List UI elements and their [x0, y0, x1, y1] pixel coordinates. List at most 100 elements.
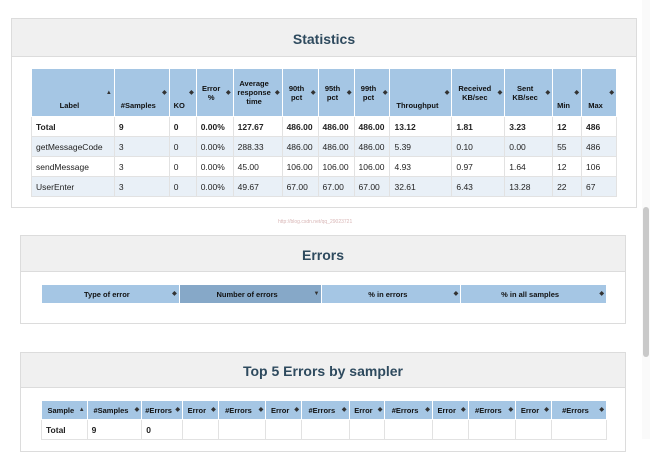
top5-title: Top 5 Errors by sampler: [21, 353, 625, 388]
table-cell: 0.00%: [195, 176, 234, 197]
col-99th[interactable]: 99th pct ◆: [353, 68, 391, 117]
table-cell: 486.00: [317, 136, 355, 157]
sort-both-icon: ◆: [258, 407, 264, 413]
table-cell: 0: [141, 419, 183, 440]
table-cell: Total: [41, 419, 88, 440]
col-samples[interactable]: #Samples ◆: [86, 400, 143, 420]
table-cell: [217, 419, 267, 440]
col-throughput[interactable]: Throughput ◆: [389, 68, 453, 117]
col-90th[interactable]: 90th pct ◆: [281, 68, 319, 117]
sort-asc-icon: ▲: [78, 407, 85, 413]
table-cell: [384, 419, 433, 440]
table-cell: 6.43: [451, 176, 506, 197]
col-error[interactable]: Error ◆: [348, 400, 386, 420]
col-errors[interactable]: #Errors ◆: [467, 400, 517, 420]
sort-both-icon: ◆: [497, 89, 503, 96]
col-errors[interactable]: #Errors ◆: [384, 400, 433, 420]
table-cell: 106.00: [317, 156, 355, 177]
scrollbar-thumb[interactable]: [643, 207, 649, 357]
table-cell: [550, 419, 608, 440]
table-cell: [348, 419, 386, 440]
statistics-panel: Statistics Label ▲ #Samples ◆ KO ◆ Error % ◆…: [11, 18, 637, 208]
table-cell: 127.67: [232, 116, 283, 137]
table-cell: 0.97: [451, 156, 506, 177]
col-pct-in-all-samples[interactable]: % in all samples ◆: [460, 284, 607, 304]
col-ko[interactable]: KO ◆: [168, 68, 197, 117]
col-avg-response[interactable]: Average response time ◆: [232, 68, 283, 117]
table-row-total: Total 9 0: [41, 419, 608, 440]
errors-table: Type of error ◆ Number of errors ▼ % in er…: [41, 284, 607, 304]
sort-both-icon: ◆: [574, 89, 580, 96]
col-samples[interactable]: #Samples ◆: [113, 68, 170, 117]
table-row: sendMessage 3 0 0.00% 45.00 106.00 106.0…: [31, 156, 617, 177]
sort-both-icon: ◆: [544, 407, 549, 413]
col-error-pct[interactable]: Error % ◆: [195, 68, 234, 117]
table-cell: UserEnter: [31, 176, 115, 197]
col-min[interactable]: Min ◆: [552, 68, 583, 117]
sort-both-icon: ◆: [609, 89, 614, 96]
table-cell: 1.81: [451, 116, 506, 137]
sort-both-icon: ◆: [425, 407, 430, 413]
table-cell: [301, 419, 350, 440]
col-sent[interactable]: Sent KB/sec ◆: [504, 68, 554, 117]
table-cell: 288.33: [232, 136, 283, 157]
col-95th[interactable]: 95th pct ◆: [317, 68, 355, 117]
sort-both-icon: ◆: [274, 89, 280, 96]
table-cell: [265, 419, 303, 440]
table-cell: 4.93: [389, 156, 453, 177]
col-error[interactable]: Error ◆: [431, 400, 469, 420]
errors-panel: Errors Type of error ◆ Number of errors ▼ …: [20, 235, 626, 324]
col-type-of-error[interactable]: Type of error ◆: [41, 284, 180, 304]
sort-both-icon: ◆: [508, 407, 514, 413]
col-received[interactable]: Received KB/sec ◆: [451, 68, 506, 117]
sort-both-icon: ◆: [211, 407, 216, 413]
col-label[interactable]: Label ▲: [31, 68, 115, 117]
sort-both-icon: ◆: [599, 407, 604, 413]
table-cell: 13.28: [504, 176, 554, 197]
table-cell: 0: [168, 136, 197, 157]
scrollbar-track[interactable]: [642, 0, 650, 439]
table-cell: 0.10: [451, 136, 506, 157]
col-error[interactable]: Error ◆: [265, 400, 303, 420]
col-errors[interactable]: #Errors ◆: [217, 400, 267, 420]
errors-title: Errors: [21, 236, 625, 272]
table-cell: 45.00: [232, 156, 283, 177]
table-cell: sendMessage: [31, 156, 115, 177]
table-cell: 32.61: [389, 176, 453, 197]
col-number-of-errors[interactable]: Number of errors ▼: [178, 284, 323, 304]
table-cell: 3: [113, 136, 170, 157]
sort-both-icon: ◆: [172, 291, 177, 297]
table-row: UserEnter 3 0 0.00% 49.67 67.00 67.00 67…: [31, 176, 617, 197]
col-error[interactable]: Error ◆: [515, 400, 552, 420]
col-pct-in-errors[interactable]: % in errors ◆: [321, 284, 462, 304]
table-cell: 486.00: [353, 136, 391, 157]
table-cell: 0.00%: [195, 156, 234, 177]
col-errors[interactable]: #Errors ◆: [301, 400, 350, 420]
sort-both-icon: ◆: [346, 89, 352, 96]
table-cell: 0: [168, 116, 197, 137]
col-errors[interactable]: #Errors ◆: [141, 400, 183, 420]
table-cell: 486: [581, 116, 617, 137]
table-cell: 9: [113, 116, 170, 137]
table-cell: getMessageCode: [31, 136, 115, 157]
table-cell: 0.00: [504, 136, 554, 157]
table-cell: 486.00: [317, 116, 355, 137]
table-cell: 1.64: [504, 156, 554, 177]
sort-both-icon: ◆: [599, 291, 604, 297]
sort-both-icon: ◆: [162, 89, 167, 96]
col-sample[interactable]: Sample ▲: [41, 400, 88, 420]
col-errors[interactable]: #Errors ◆: [550, 400, 608, 420]
table-row-total: Total 9 0 0.00% 127.67 486.00 486.00 486…: [31, 116, 617, 137]
table-cell: 106: [581, 156, 617, 177]
table-cell: 9: [86, 419, 143, 440]
table-cell: 67.00: [353, 176, 391, 197]
table-cell: 0: [168, 176, 197, 197]
watermark: http://blog.csdn.net/qq_29023721: [278, 219, 353, 225]
table-cell: 3: [113, 176, 170, 197]
top5-table: Sample ▲ #Samples ◆ #Errors ◆ Error ◆ #Error…: [41, 400, 608, 440]
table-cell: 13.12: [389, 116, 453, 137]
sort-both-icon: ◆: [134, 407, 140, 413]
sort-both-icon: ◆: [189, 89, 194, 96]
col-error[interactable]: Error ◆: [181, 400, 219, 420]
col-max[interactable]: Max ◆: [581, 68, 617, 117]
